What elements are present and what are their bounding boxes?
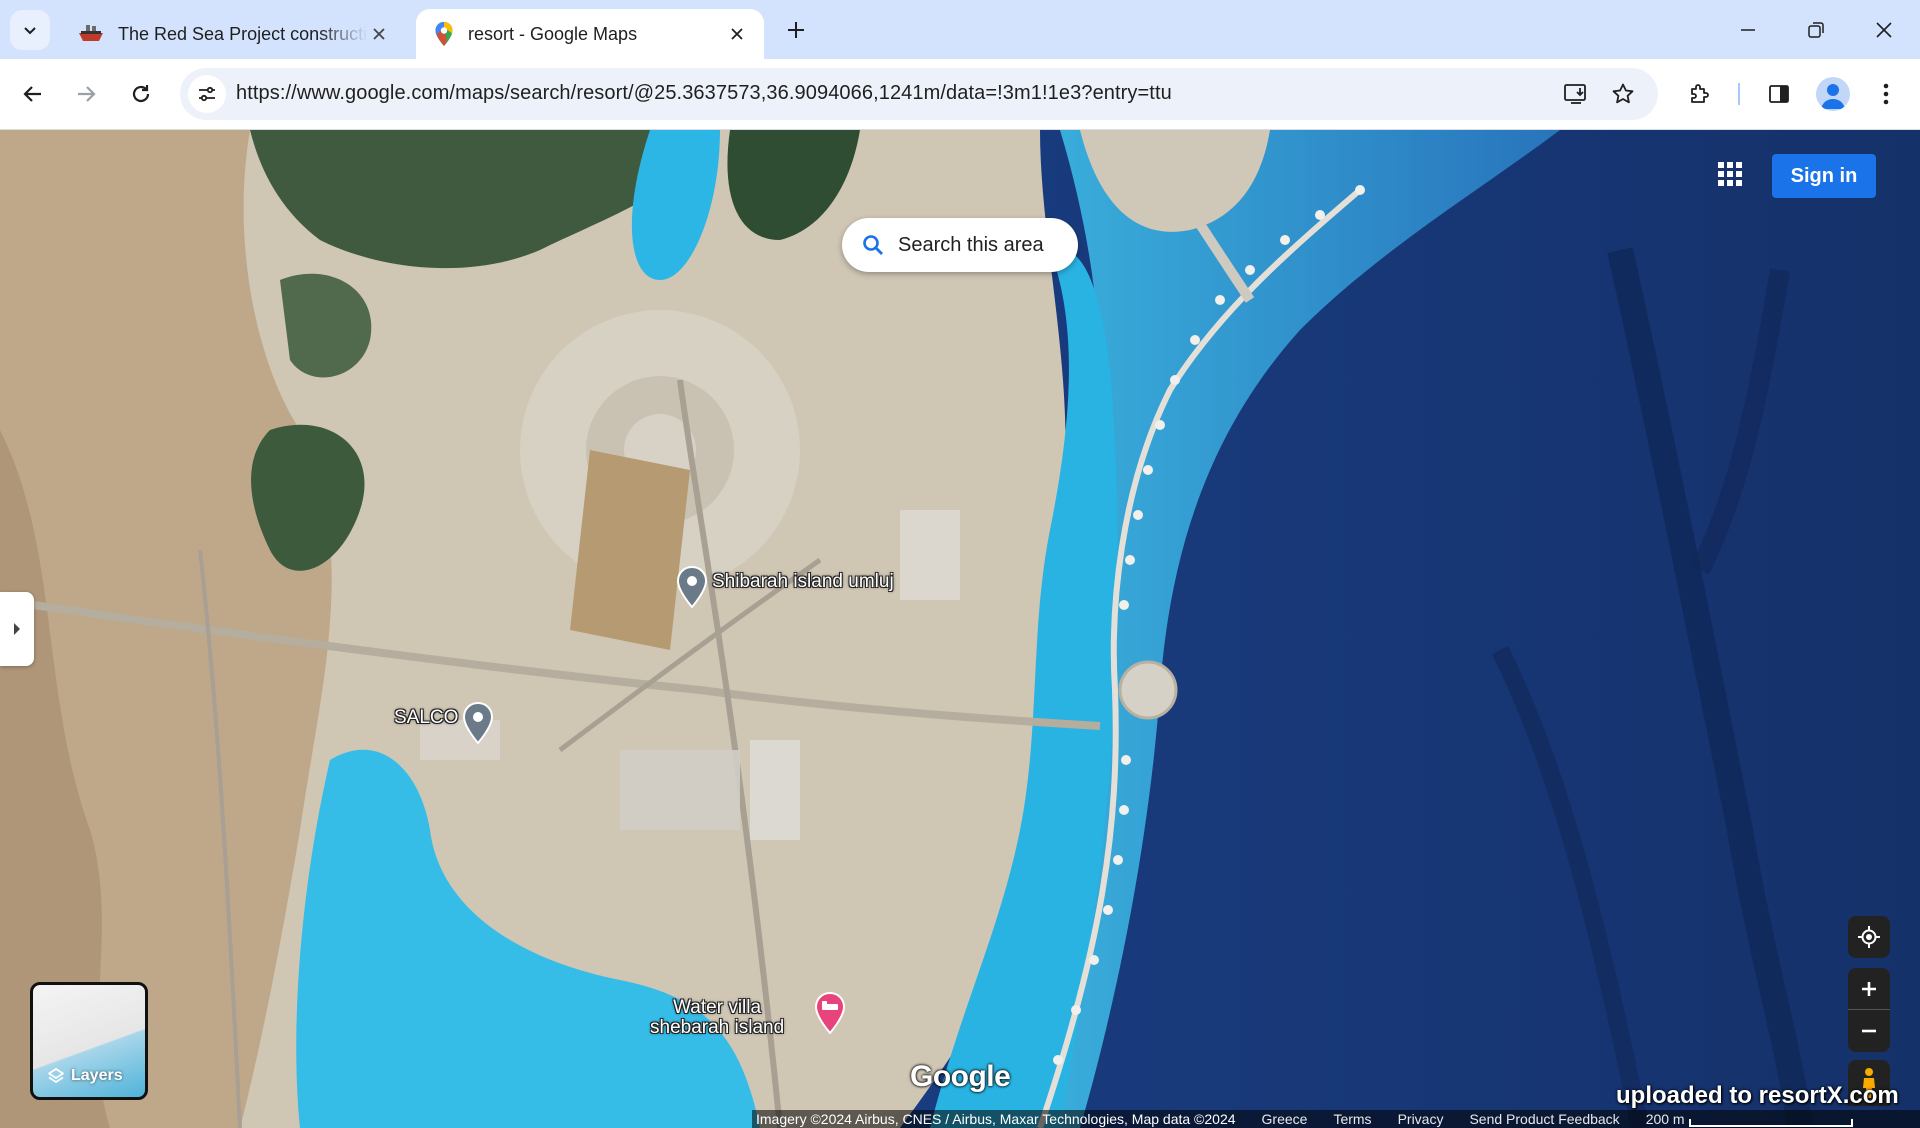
address-bar[interactable]: https://www.google.com/maps/search/resor… (180, 68, 1658, 120)
footer-link-privacy[interactable]: Privacy (1398, 1111, 1444, 1127)
footer-link-region[interactable]: Greece (1262, 1111, 1308, 1127)
close-icon (1876, 22, 1892, 38)
plus-icon (1862, 982, 1876, 996)
zoom-out-button[interactable] (1848, 1010, 1890, 1051)
google-apps-button[interactable] (1710, 154, 1750, 194)
side-panel-button[interactable] (1759, 74, 1799, 114)
back-button[interactable] (13, 74, 53, 114)
tab-red-sea-project[interactable]: The Red Sea Project construction (60, 9, 406, 59)
sign-in-button[interactable]: Sign in (1772, 154, 1876, 198)
scale-indicator[interactable]: 200 m (1646, 1111, 1879, 1127)
apps-grid-icon (1718, 162, 1742, 186)
profile-avatar[interactable] (1816, 77, 1850, 111)
caret-right-icon (14, 623, 20, 635)
close-tab-icon[interactable] (726, 23, 748, 45)
forward-button[interactable] (66, 74, 106, 114)
forward-arrow-icon (78, 86, 96, 102)
resortx-watermark: uploaded to resortX.com (1616, 1082, 1899, 1109)
satellite-imagery (0, 130, 1920, 1128)
hotel-pin-icon (814, 992, 846, 1034)
hotel-marker-water-villa[interactable] (814, 992, 846, 1034)
search-this-area-label: Search this area (898, 233, 1044, 256)
back-arrow-icon (23, 86, 41, 102)
menu-button[interactable] (1866, 74, 1906, 114)
minimize-button[interactable] (1728, 10, 1768, 50)
minimize-icon (1741, 29, 1755, 31)
site-info-button[interactable] (188, 75, 226, 113)
place-label-water-villa[interactable]: Water villa shebarah island (650, 998, 784, 1038)
tab-search-button[interactable] (10, 10, 50, 50)
map-pin-icon (463, 702, 494, 744)
chevron-down-icon (24, 27, 36, 35)
tune-icon (199, 86, 215, 102)
layers-label-wrap: Layers (47, 1067, 123, 1085)
toolbar-separator (1738, 83, 1740, 105)
place-label-line1: Water villa (673, 997, 762, 1018)
browser-toolbar: https://www.google.com/maps/search/resor… (0, 59, 1920, 130)
place-marker-salco[interactable]: SALCO (394, 702, 494, 744)
place-label-line2: shebarah island (650, 1017, 785, 1038)
side-panel-icon (1769, 85, 1789, 103)
google-logo: Google (910, 1060, 1011, 1093)
close-window-button[interactable] (1864, 10, 1904, 50)
person-icon (1821, 84, 1845, 109)
close-tab-icon[interactable] (368, 23, 390, 45)
reload-button[interactable] (121, 74, 161, 114)
restore-button[interactable] (1796, 10, 1836, 50)
map-footer: Imagery ©2024 Airbus, CNES / Airbus, Max… (752, 1110, 1920, 1128)
puzzle-icon (1691, 84, 1709, 103)
map-pin-icon (676, 566, 708, 608)
tab-strip: The Red Sea Project construction resort … (0, 0, 1920, 59)
search-this-area-button[interactable]: Search this area (842, 218, 1078, 272)
minus-icon (1862, 1029, 1876, 1032)
browser-window: The Red Sea Project construction resort … (0, 0, 1920, 1128)
tab-title: The Red Sea Project construction (118, 23, 368, 44)
layers-label: Layers (71, 1067, 123, 1084)
my-location-icon (1858, 926, 1880, 948)
scale-bar (1688, 1119, 1853, 1127)
url-text: https://www.google.com/maps/search/resor… (236, 82, 1172, 104)
layers-button[interactable]: Layers (30, 982, 148, 1100)
more-vert-icon (1883, 83, 1889, 105)
satellite-map[interactable]: Search this area Sign in Shibarah island… (0, 130, 1920, 1128)
tab-title: resort - Google Maps (468, 23, 638, 44)
plus-icon (788, 22, 804, 38)
search-icon (862, 234, 884, 256)
install-app-icon (1564, 84, 1586, 104)
footer-link-terms[interactable]: Terms (1333, 1111, 1371, 1127)
install-app-button[interactable] (1560, 78, 1592, 110)
reload-icon (132, 85, 150, 103)
imagery-attribution: Imagery ©2024 Airbus, CNES / Airbus, Max… (756, 1111, 1236, 1127)
ship-favicon-icon (79, 25, 103, 41)
restore-icon (1808, 22, 1824, 38)
footer-link-feedback[interactable]: Send Product Feedback (1469, 1111, 1619, 1127)
expand-side-panel-button[interactable] (0, 592, 34, 666)
zoom-in-button[interactable] (1848, 969, 1890, 1010)
maps-pin-favicon-icon (435, 22, 453, 46)
tab-google-maps[interactable]: resort - Google Maps (416, 9, 764, 59)
layers-icon (48, 1068, 64, 1083)
star-icon (1612, 83, 1634, 104)
place-label: Shibarah island umluj (712, 571, 894, 592)
place-label: SALCO (394, 707, 459, 728)
place-marker-shibarah[interactable]: Shibarah island umluj (676, 566, 894, 608)
extensions-button[interactable] (1679, 74, 1719, 114)
new-tab-button[interactable] (780, 14, 812, 46)
bookmark-star-button[interactable] (1607, 78, 1639, 110)
my-location-button[interactable] (1848, 916, 1890, 958)
zoom-controls (1848, 968, 1890, 1052)
scale-label: 200 m (1645, 1111, 1685, 1127)
